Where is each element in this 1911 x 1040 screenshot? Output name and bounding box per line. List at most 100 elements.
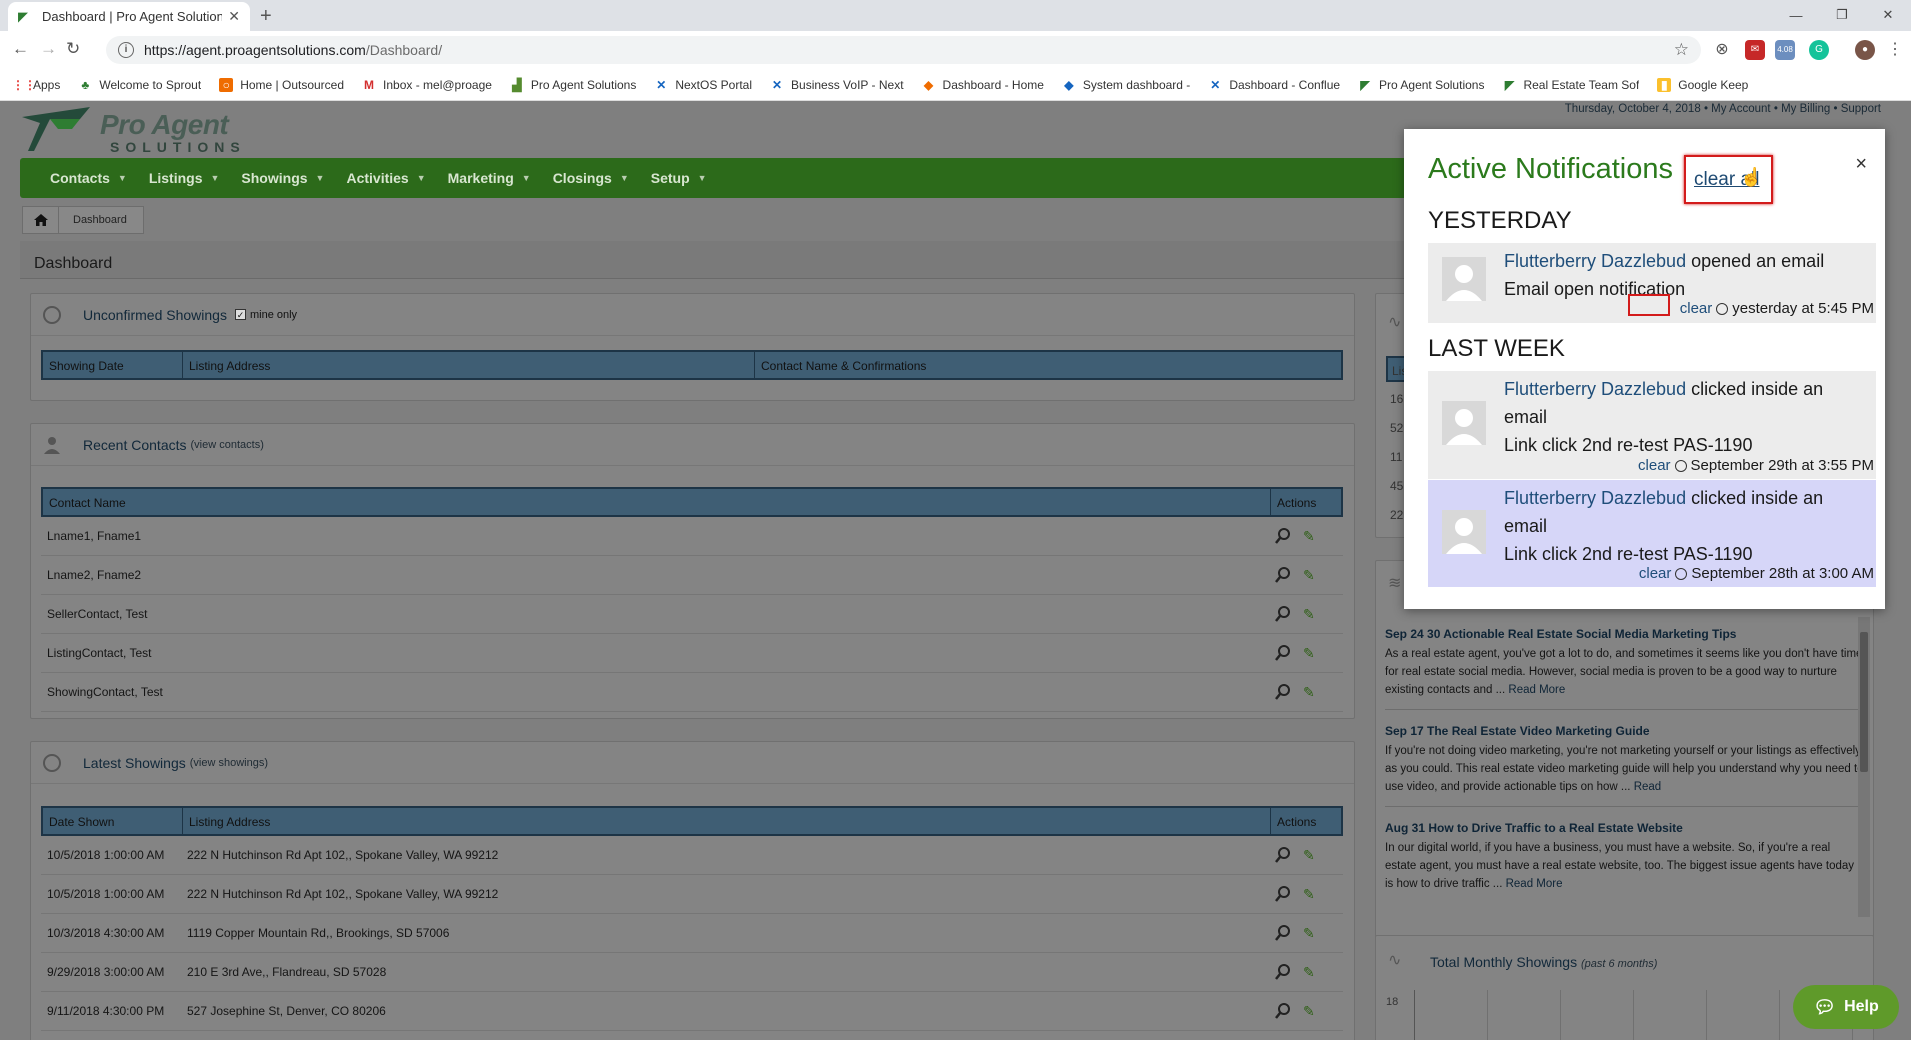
contact-name[interactable]: SellerContact, Test: [41, 607, 1269, 621]
my-billing-link[interactable]: My Billing: [1781, 103, 1830, 115]
view-magnifier-icon[interactable]: [1275, 964, 1291, 980]
nav-activities[interactable]: Activities ▼: [346, 170, 425, 186]
listing-address[interactable]: 210 E 3rd Ave,, Flandreau, SD 57028: [181, 965, 1269, 979]
new-tab-icon[interactable]: +: [260, 5, 272, 28]
view-magnifier-icon[interactable]: [1275, 567, 1291, 583]
contact-name-link[interactable]: Flutterberry Dazzlebud: [1504, 379, 1686, 399]
bookmark-item[interactable]: ✕ Dashboard - Conflue: [1208, 78, 1340, 92]
blog-scrollbar[interactable]: [1858, 617, 1870, 917]
col-header[interactable]: Contact Name & Confirmations: [755, 352, 1341, 378]
view-magnifier-icon[interactable]: [1275, 528, 1291, 544]
col-header[interactable]: Contact Name: [43, 489, 1271, 515]
read-more-link[interactable]: Read: [1634, 781, 1662, 793]
view-magnifier-icon[interactable]: [1275, 847, 1291, 863]
listing-address[interactable]: 527 Josephine St, Denver, CO 80206: [181, 1004, 1269, 1018]
nav-marketing[interactable]: Marketing ▼: [448, 170, 531, 186]
nav-closings[interactable]: Closings ▼: [553, 170, 629, 186]
bookmark-item[interactable]: ○ Home | Outsourced: [219, 77, 344, 92]
extension-vpn-icon[interactable]: ⊗: [1712, 40, 1732, 60]
bookmark-item[interactable]: ▮ Google Keep: [1657, 77, 1748, 92]
edit-pencil-icon[interactable]: ✎: [1303, 645, 1319, 661]
view-magnifier-icon[interactable]: [1275, 645, 1291, 661]
nav-showings[interactable]: Showings ▼: [241, 170, 324, 186]
bookmark-item[interactable]: ✕ NextOS Portal: [654, 78, 752, 92]
clear-link[interactable]: clear: [1680, 300, 1713, 317]
help-button[interactable]: 💬︎ Help: [1793, 985, 1899, 1029]
view-showings-link[interactable]: (view showings): [190, 757, 268, 769]
mine-only-checkbox[interactable]: ✓ mine only: [234, 309, 297, 321]
bookmark-item[interactable]: ✕ Business VoIP - Next: [770, 78, 904, 92]
post-title[interactable]: Sep 17 The Real Estate Video Marketing G…: [1385, 724, 1864, 738]
view-magnifier-icon[interactable]: [1275, 925, 1291, 941]
nav-listings[interactable]: Listings ▼: [149, 170, 220, 186]
bookmark-star-icon[interactable]: ☆: [1674, 40, 1689, 60]
listing-address[interactable]: 222 N Hutchinson Rd Apt 102,, Spokane Va…: [181, 887, 1269, 901]
close-window-icon[interactable]: ✕: [1865, 0, 1911, 30]
edit-pencil-icon[interactable]: ✎: [1303, 886, 1319, 902]
bookmark-apps[interactable]: ⋮⋮ Apps: [12, 78, 60, 92]
col-header[interactable]: Listing Address: [183, 352, 755, 378]
url-bar[interactable]: i https://agent.proagentsolutions.com/Da…: [106, 36, 1701, 64]
close-icon[interactable]: ×: [1855, 153, 1867, 176]
view-contacts-link[interactable]: (view contacts): [191, 439, 264, 451]
bookmark-item[interactable]: ▟ Pro Agent Solutions: [510, 78, 636, 92]
edit-pencil-icon[interactable]: ✎: [1303, 684, 1319, 700]
bookmark-item[interactable]: ♣ Welcome to Sprout: [78, 78, 201, 92]
col-header[interactable]: Date Shown: [43, 808, 183, 834]
nav-contacts[interactable]: Contacts ▼: [50, 170, 127, 186]
reload-icon[interactable]: ↻: [66, 39, 80, 59]
site-info-icon[interactable]: i: [118, 42, 134, 58]
contact-name-link[interactable]: Flutterberry Dazzlebud: [1504, 488, 1686, 508]
clear-link[interactable]: clear: [1638, 457, 1671, 474]
home-icon[interactable]: [23, 207, 59, 233]
view-magnifier-icon[interactable]: [1275, 1003, 1291, 1019]
bookmark-item[interactable]: ◆ Dashboard - Home: [922, 78, 1044, 92]
breadcrumb-dashboard[interactable]: Dashboard: [59, 214, 143, 226]
pro-agent-logo[interactable]: Pro Agent SOLUTIONS: [20, 105, 270, 155]
contact-name[interactable]: ShowingContact, Test: [41, 685, 1269, 699]
edit-pencil-icon[interactable]: ✎: [1303, 925, 1319, 941]
contact-name-link[interactable]: Flutterberry Dazzlebud: [1504, 251, 1686, 271]
bookmark-item[interactable]: ◤ Real Estate Team Sof: [1502, 78, 1639, 92]
edit-pencil-icon[interactable]: ✎: [1303, 606, 1319, 622]
nav-setup[interactable]: Setup ▼: [651, 170, 707, 186]
post-title[interactable]: Aug 31 How to Drive Traffic to a Real Es…: [1385, 821, 1864, 835]
notification-item[interactable]: Flutterberry Dazzlebud clicked inside an…: [1428, 480, 1876, 587]
browser-tab[interactable]: ◤ Dashboard | Pro Agent Solutions ✕: [8, 2, 250, 31]
read-more-link[interactable]: Read More: [1508, 684, 1565, 696]
bookmark-item[interactable]: ◤ Pro Agent Solutions: [1358, 78, 1484, 92]
restore-icon[interactable]: ❐: [1819, 0, 1865, 30]
minimize-icon[interactable]: —: [1773, 0, 1819, 30]
support-link[interactable]: Support: [1841, 103, 1881, 115]
col-header[interactable]: Listing Address: [183, 808, 1271, 834]
edit-pencil-icon[interactable]: ✎: [1303, 964, 1319, 980]
clear-link[interactable]: clear: [1639, 565, 1672, 582]
scrollbar-thumb[interactable]: [1860, 632, 1868, 772]
col-header[interactable]: Showing Date: [43, 352, 183, 378]
read-more-link[interactable]: Read More: [1506, 878, 1563, 890]
listing-address[interactable]: 1119 Copper Mountain Rd,, Brookings, SD …: [181, 926, 1269, 940]
menu-dots-icon[interactable]: ⋮: [1885, 40, 1905, 60]
notification-item[interactable]: Flutterberry Dazzlebud clicked inside an…: [1428, 371, 1876, 479]
forward-icon[interactable]: →: [40, 39, 57, 59]
contact-name[interactable]: ListingContact, Test: [41, 646, 1269, 660]
bookmark-item[interactable]: ◆ System dashboard -: [1062, 78, 1190, 92]
listing-address[interactable]: 222 N Hutchinson Rd Apt 102,, Spokane Va…: [181, 848, 1269, 862]
contact-name[interactable]: Lname1, Fname1: [41, 529, 1269, 543]
post-title[interactable]: Sep 24 30 Actionable Real Estate Social …: [1385, 627, 1864, 641]
edit-pencil-icon[interactable]: ✎: [1303, 528, 1319, 544]
grammarly-icon[interactable]: G: [1809, 40, 1829, 60]
extension-badge-icon[interactable]: 4.08: [1775, 40, 1795, 60]
view-magnifier-icon[interactable]: [1275, 684, 1291, 700]
extension-mail-icon[interactable]: ✉: [1745, 40, 1765, 60]
edit-pencil-icon[interactable]: ✎: [1303, 567, 1319, 583]
bookmark-item[interactable]: M Inbox - mel@proage: [362, 78, 492, 92]
my-account-link[interactable]: My Account: [1711, 103, 1770, 115]
edit-pencil-icon[interactable]: ✎: [1303, 1003, 1319, 1019]
view-magnifier-icon[interactable]: [1275, 886, 1291, 902]
profile-avatar[interactable]: ●: [1855, 40, 1875, 60]
edit-pencil-icon[interactable]: ✎: [1303, 847, 1319, 863]
back-icon[interactable]: ←: [12, 39, 29, 59]
contact-name[interactable]: Lname2, Fname2: [41, 568, 1269, 582]
close-tab-icon[interactable]: ✕: [228, 8, 240, 25]
